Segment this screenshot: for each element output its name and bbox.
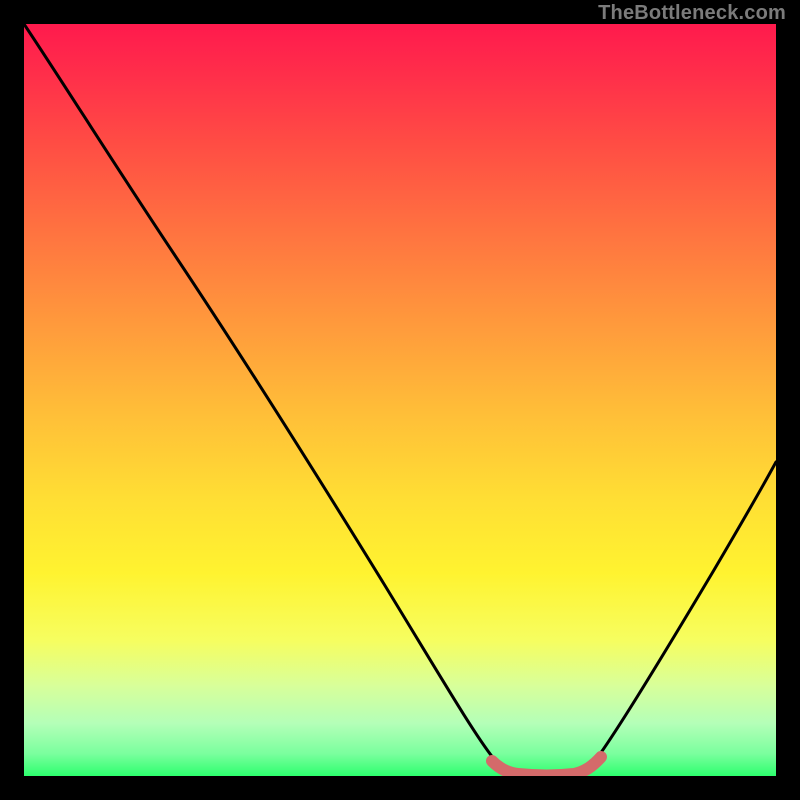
watermark-text: TheBottleneck.com	[598, 2, 786, 25]
sweet-spot-marker	[492, 757, 601, 776]
plot-area	[24, 24, 776, 776]
chart-frame: TheBottleneck.com	[0, 0, 800, 800]
curve-layer	[24, 24, 776, 776]
bottleneck-curve	[24, 24, 776, 775]
